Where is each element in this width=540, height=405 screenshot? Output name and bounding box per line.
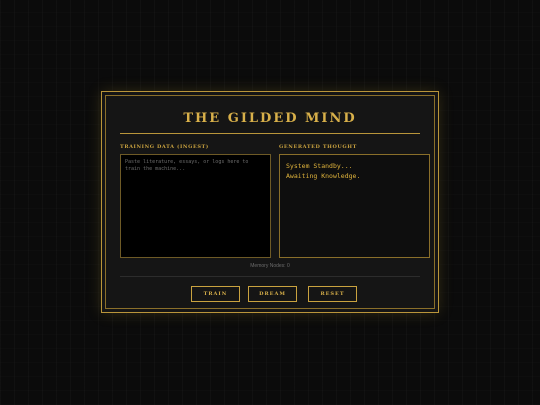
output-line: Awaiting Knowledge. (286, 172, 361, 180)
training-data-input[interactable] (120, 154, 271, 258)
dream-button[interactable]: DREAM (248, 286, 297, 302)
output-line: System Standby... (286, 162, 353, 170)
panel-inner-frame: THE GILDED MIND TRAINING DATA (INGEST) G… (105, 95, 435, 309)
train-button[interactable]: TRAIN (191, 286, 240, 302)
generated-thought-label: GENERATED THOUGHT (279, 144, 357, 150)
title-divider (120, 133, 420, 134)
memory-nodes-status: Memory Nodes: 0 (250, 263, 290, 269)
training-data-label: TRAINING DATA (INGEST) (120, 144, 209, 150)
main-panel: THE GILDED MIND TRAINING DATA (INGEST) G… (101, 91, 439, 313)
reset-button[interactable]: RESET (308, 286, 357, 302)
generated-thought-output: System Standby... Awaiting Knowledge. (279, 154, 430, 258)
actions-divider (120, 276, 420, 277)
app-title: THE GILDED MIND (183, 111, 357, 126)
